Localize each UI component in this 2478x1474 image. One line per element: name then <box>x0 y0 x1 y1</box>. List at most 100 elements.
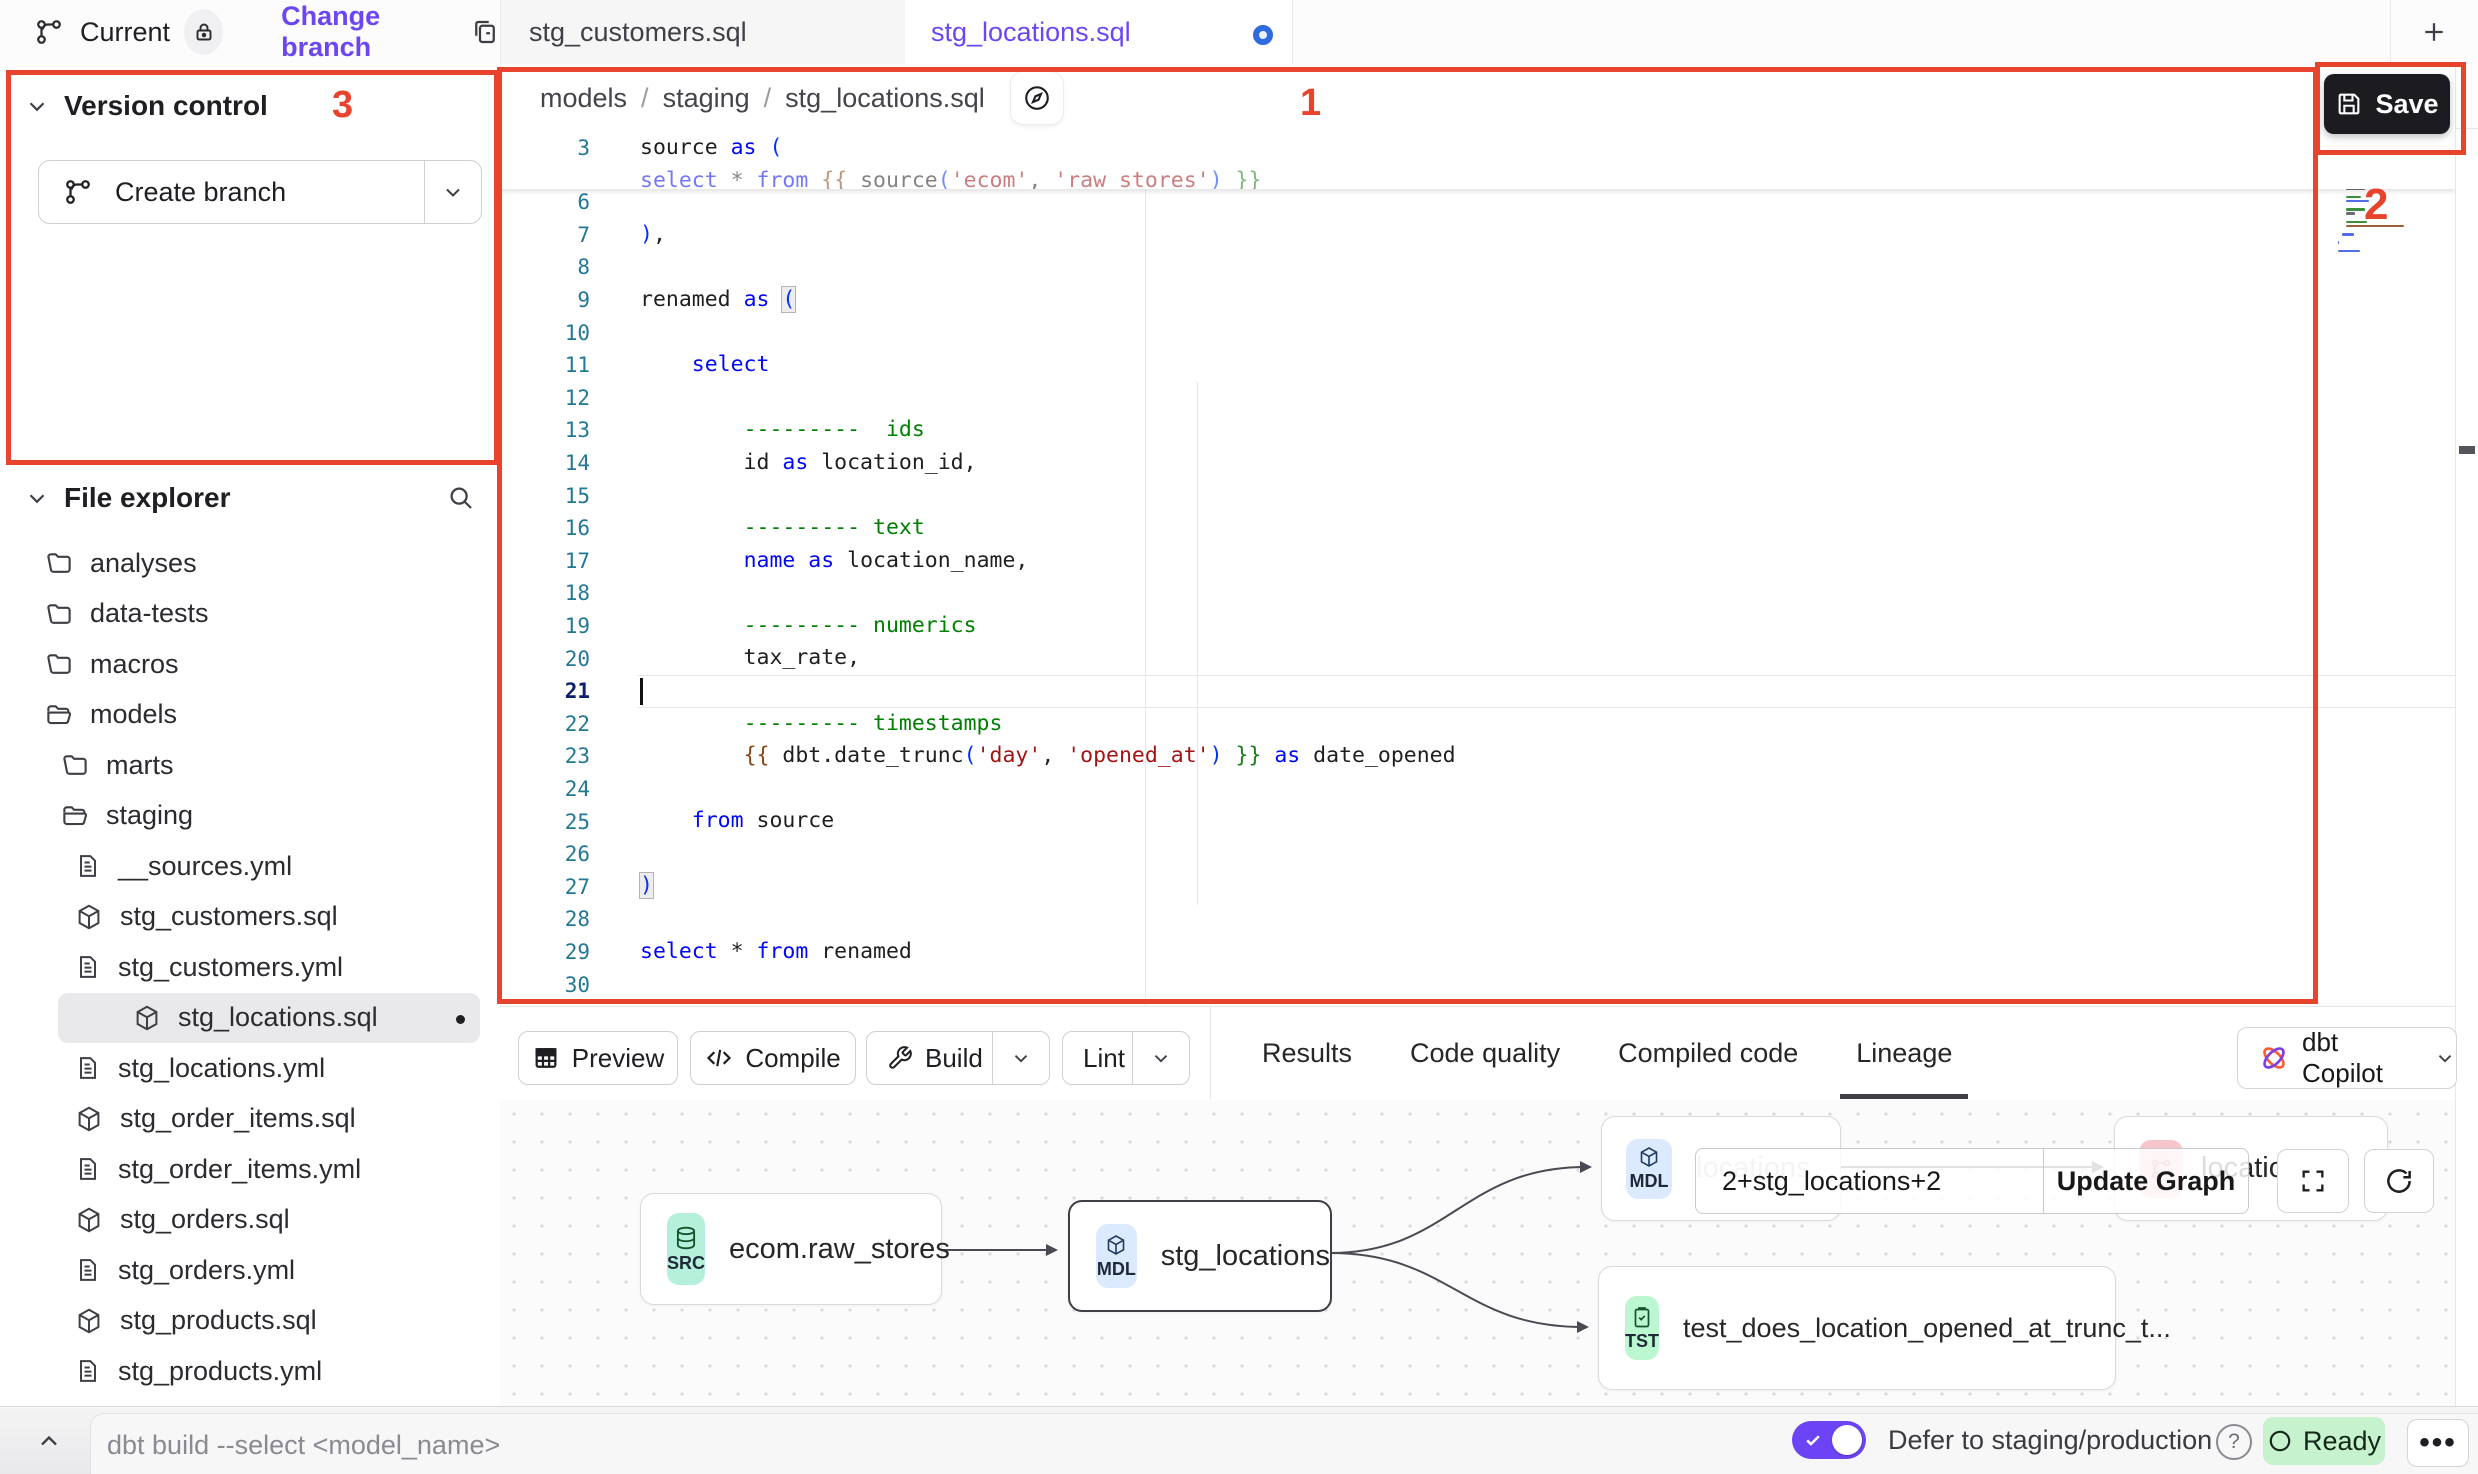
file-icon <box>74 1256 102 1284</box>
status-bar: dbt build --select <model_name> Defer to… <box>0 1406 2478 1474</box>
code-line-9[interactable]: 9renamed as ( <box>500 284 2455 317</box>
lineage-selector[interactable]: 2+stg_locations+2 Update Graph <box>1695 1148 2249 1214</box>
version-control-header[interactable]: Version control <box>24 90 268 122</box>
file-tree-item-stg-order-items-yml[interactable]: stg_order_items.yml <box>0 1144 500 1195</box>
copy-icon[interactable] <box>470 17 500 47</box>
preview-button[interactable]: Preview <box>518 1031 678 1085</box>
file-tree-item-data-tests[interactable]: data-tests <box>0 589 500 640</box>
file-tree-item-stg-locations-sql[interactable]: stg_locations.sql <box>58 993 480 1044</box>
create-branch-main[interactable]: Create branch <box>39 161 424 223</box>
file-tree-item-staging[interactable]: staging <box>0 791 500 842</box>
file-tree-item-stg-customers-yml[interactable]: stg_customers.yml <box>0 942 500 993</box>
file-name: __sources.yml <box>118 851 292 882</box>
code-line-clipped[interactable]: select * from {{ source('ecom', 'raw_sto… <box>500 165 2455 189</box>
code-line-30[interactable]: 30 <box>500 968 2455 1001</box>
tab-lineage[interactable]: Lineage <box>1856 1007 1952 1099</box>
code-line-14[interactable]: 14 id as location_id, <box>500 447 2455 480</box>
breadcrumb-staging[interactable]: staging <box>663 83 750 114</box>
file-tree-item-models[interactable]: models <box>0 690 500 741</box>
help-icon[interactable]: ? <box>2216 1424 2252 1460</box>
file-tree-item-stg-products-sql[interactable]: stg_products.sql <box>0 1296 500 1347</box>
code-line-16[interactable]: 16 --------- text <box>500 512 2455 545</box>
line-content: ) <box>640 870 653 903</box>
code-line-26[interactable]: 26 <box>500 838 2455 871</box>
chevron-down-icon <box>24 93 50 119</box>
lineage-node-test[interactable]: TST test_does_location_opened_at_trunc_t… <box>1598 1266 2116 1390</box>
tab-code-quality[interactable]: Code quality <box>1410 1007 1560 1099</box>
code-line-8[interactable]: 8 <box>500 251 2455 284</box>
code-line-25[interactable]: 25 from source <box>500 805 2455 838</box>
save-button[interactable]: Save <box>2324 74 2450 134</box>
new-tab-button[interactable] <box>2408 10 2460 54</box>
file-tree-item-stg-orders-yml[interactable]: stg_orders.yml <box>0 1245 500 1296</box>
file-tree-item-macros[interactable]: macros <box>0 639 500 690</box>
search-icon[interactable] <box>446 483 476 513</box>
file-tree-item-analyses[interactable]: analyses <box>0 538 500 589</box>
create-branch-button[interactable]: Create branch <box>38 160 482 224</box>
code-line-6[interactable]: 6 <box>500 186 2455 219</box>
code-line-17[interactable]: 17 name as location_name, <box>500 545 2455 578</box>
code-line-10[interactable]: 10 <box>500 316 2455 349</box>
more-options-button[interactable]: ••• <box>2407 1419 2469 1467</box>
code-line-28[interactable]: 28 <box>500 903 2455 936</box>
lint-button[interactable]: Lint <box>1062 1031 1190 1085</box>
code-line-15[interactable]: 15 <box>500 479 2455 512</box>
collapse-panel-button[interactable] <box>26 1421 72 1461</box>
update-graph-button[interactable]: Update Graph <box>2043 1149 2248 1213</box>
create-branch-dropdown[interactable] <box>424 161 481 223</box>
line-number: 19 <box>500 614 640 638</box>
code-line-13[interactable]: 13 --------- ids <box>500 414 2455 447</box>
lineage-canvas[interactable]: MDL locations locations SRC ecom.raw_sto… <box>500 1100 2455 1406</box>
file-tree-item--sources-yml[interactable]: __sources.yml <box>0 841 500 892</box>
dbt-copilot-button[interactable]: dbt Copilot <box>2237 1027 2457 1089</box>
build-dropdown[interactable] <box>992 1032 1049 1084</box>
code-line-3[interactable]: 3source as ( <box>500 132 2455 165</box>
lineage-node-stg-locations[interactable]: MDL stg_locations <box>1068 1200 1332 1312</box>
file-tree-item-stg-order-items-sql[interactable]: stg_order_items.sql <box>0 1094 500 1145</box>
tab-results[interactable]: Results <box>1262 1007 1352 1099</box>
code-line-22[interactable]: 22 --------- timestamps <box>500 708 2455 741</box>
breadcrumb-models[interactable]: models <box>540 83 627 114</box>
code-line-21[interactable]: 21 <box>500 675 2455 708</box>
lineage-node-raw-stores[interactable]: SRC ecom.raw_stores <box>640 1193 942 1305</box>
line-number: 6 <box>500 190 640 214</box>
copilot-compass-button[interactable] <box>1011 72 1063 124</box>
tab-stg-customers[interactable]: stg_customers.sql <box>500 0 907 64</box>
lint-dropdown[interactable] <box>1132 1032 1189 1084</box>
refresh-button[interactable] <box>2364 1149 2434 1213</box>
code-line-18[interactable]: 18 <box>500 577 2455 610</box>
minimap-line <box>2346 200 2369 203</box>
code-line-11[interactable]: 11 select <box>500 349 2455 382</box>
code-line-23[interactable]: 23 {{ dbt.date_trunc('day', 'opened_at')… <box>500 740 2455 773</box>
file-tree-item-stg-locations-yml[interactable]: stg_locations.yml <box>0 1043 500 1094</box>
tab-label: stg_customers.sql <box>529 17 747 48</box>
file-tree-item-stg-products-yml[interactable]: stg_products.yml <box>0 1346 500 1397</box>
selector-input[interactable]: 2+stg_locations+2 <box>1722 1166 2043 1197</box>
code-line-12[interactable]: 12 <box>500 382 2455 415</box>
bottom-toolbar: Preview Compile Build Lint Results Code … <box>500 1006 2455 1102</box>
code-line-20[interactable]: 20 tax_rate, <box>500 642 2455 675</box>
code-line-19[interactable]: 19 --------- numerics <box>500 610 2455 643</box>
code-line-27[interactable]: 27) <box>500 870 2455 903</box>
code-line-24[interactable]: 24 <box>500 773 2455 806</box>
defer-toggle[interactable] <box>1792 1421 1866 1459</box>
file-tree-item-stg-customers-sql[interactable]: stg_customers.sql <box>0 892 500 943</box>
file-tree-item-marts[interactable]: marts <box>0 740 500 791</box>
change-branch-link[interactable]: Change branch <box>281 1 448 63</box>
file-explorer-header[interactable]: File explorer <box>24 482 476 514</box>
editor-right-rail <box>2455 64 2478 1406</box>
build-button[interactable]: Build <box>866 1031 1050 1085</box>
code-editor[interactable]: 3source as (select * from {{ source('eco… <box>500 132 2455 1006</box>
file-tree-item-stg-orders-sql[interactable]: stg_orders.sql <box>0 1195 500 1246</box>
fullscreen-button[interactable] <box>2277 1149 2349 1213</box>
minimap-line <box>2346 225 2404 228</box>
toolbar-divider <box>1210 1007 1211 1099</box>
compile-button[interactable]: Compile <box>690 1031 856 1085</box>
line-number: 20 <box>500 647 640 671</box>
breadcrumb-file[interactable]: stg_locations.sql <box>785 83 985 114</box>
tab-compiled-code[interactable]: Compiled code <box>1618 1007 1798 1099</box>
tab-stg-locations[interactable]: stg_locations.sql <box>905 0 1293 64</box>
code-line-7[interactable]: 7), <box>500 219 2455 252</box>
code-line-29[interactable]: 29select * from renamed <box>500 936 2455 969</box>
scrollbar-thumb[interactable] <box>2459 446 2475 454</box>
